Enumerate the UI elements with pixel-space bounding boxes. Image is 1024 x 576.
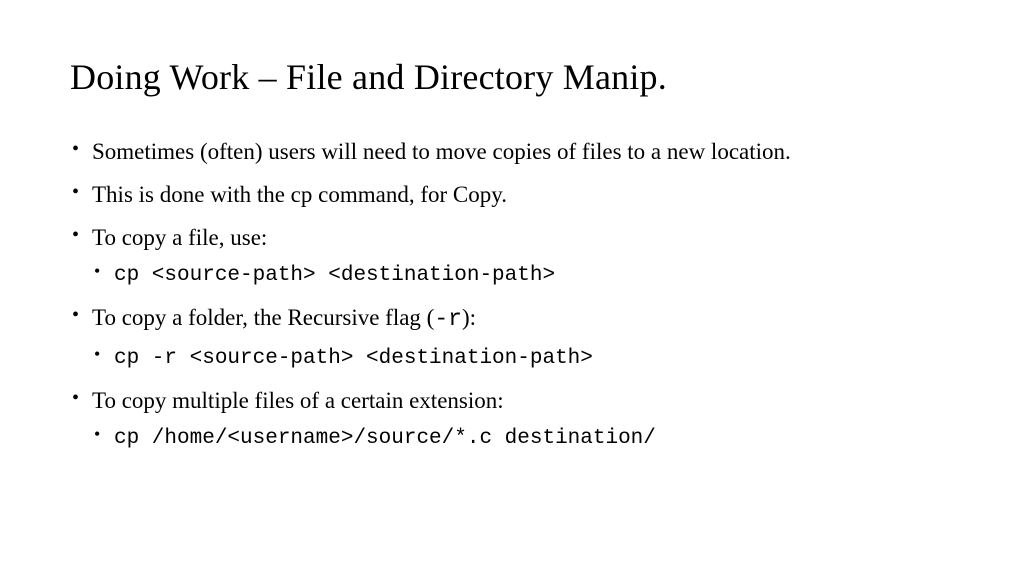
slide-title: Doing Work – File and Directory Manip.	[70, 56, 954, 98]
bullet-text: This is done with the cp command, for Co…	[92, 182, 507, 207]
bullet-text: To copy a file, use:	[92, 225, 267, 250]
sub-list: cp /home/<username>/source/*.c destinati…	[92, 422, 954, 453]
code-text: cp <source-path> <destination-path>	[114, 264, 555, 287]
bullet-text-pre: To copy a folder, the Recursive flag (	[92, 305, 434, 330]
sub-bullet-item: cp -r <source-path> <destination-path>	[92, 342, 954, 373]
inline-flag: -r	[434, 306, 462, 332]
bullet-item: To copy a folder, the Recursive flag (-r…	[70, 302, 954, 372]
sub-list: cp -r <source-path> <destination-path>	[92, 342, 954, 373]
bullet-text: To copy multiple files of a certain exte…	[92, 388, 504, 413]
code-text: cp /home/<username>/source/*.c destinati…	[114, 427, 656, 450]
bullet-item: To copy multiple files of a certain exte…	[70, 385, 954, 453]
bullet-list: Sometimes (often) users will need to mov…	[70, 136, 954, 453]
bullet-item: Sometimes (often) users will need to mov…	[70, 136, 954, 167]
sub-bullet-item: cp <source-path> <destination-path>	[92, 259, 954, 290]
sub-list: cp <source-path> <destination-path>	[92, 259, 954, 290]
bullet-item: To copy a file, use: cp <source-path> <d…	[70, 222, 954, 290]
bullet-text-post: ):	[462, 305, 476, 330]
code-text: cp -r <source-path> <destination-path>	[114, 347, 593, 370]
bullet-text: Sometimes (often) users will need to mov…	[92, 139, 791, 164]
bullet-item: This is done with the cp command, for Co…	[70, 179, 954, 210]
sub-bullet-item: cp /home/<username>/source/*.c destinati…	[92, 422, 954, 453]
